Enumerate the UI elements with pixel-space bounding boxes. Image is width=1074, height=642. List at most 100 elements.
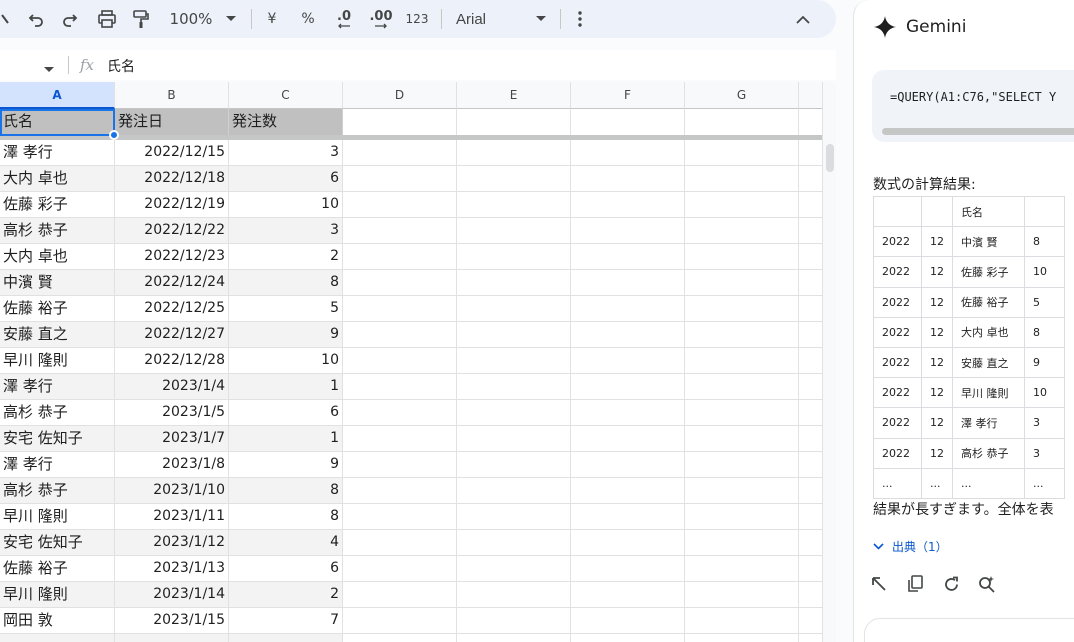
table-cell[interactable]: 大内 卓也 (0, 244, 115, 270)
table-cell[interactable]: 2022/12/18 (115, 166, 229, 192)
table-cell[interactable]: 6 (229, 400, 343, 426)
table-cell[interactable] (799, 452, 822, 478)
table-cell[interactable] (343, 192, 457, 218)
table-cell[interactable] (685, 478, 799, 504)
formula-input[interactable]: 氏名 (107, 56, 135, 76)
table-cell[interactable] (685, 374, 799, 400)
insert-icon[interactable] (867, 572, 891, 596)
table-cell[interactable]: 2023/1/10 (115, 478, 229, 504)
fill-handle[interactable] (109, 130, 119, 140)
table-cell[interactable] (343, 244, 457, 270)
column-header[interactable]: D (343, 82, 457, 109)
column-header[interactable]: E (457, 82, 571, 109)
table-cell[interactable] (685, 634, 799, 642)
table-cell[interactable]: 3 (229, 218, 343, 244)
table-cell[interactable]: 8 (229, 504, 343, 530)
table-cell[interactable]: 2023/1/14 (115, 582, 229, 608)
header-cell[interactable] (685, 109, 799, 136)
header-cell[interactable] (571, 109, 685, 136)
table-cell[interactable] (685, 426, 799, 452)
zoom-select[interactable]: 100% (166, 6, 216, 32)
paint-format-icon[interactable] (128, 6, 154, 32)
column-header[interactable]: F (571, 82, 685, 109)
table-cell[interactable]: 2022/12/27 (115, 322, 229, 348)
table-cell[interactable]: 2023/1/11 (115, 504, 229, 530)
table-cell[interactable] (799, 244, 822, 270)
table-cell[interactable] (343, 140, 457, 166)
table-cell[interactable] (799, 166, 822, 192)
table-cell[interactable] (343, 218, 457, 244)
table-cell[interactable]: 佐藤 裕子 (0, 296, 115, 322)
table-cell[interactable] (685, 322, 799, 348)
table-cell[interactable] (799, 322, 822, 348)
table-cell[interactable] (685, 582, 799, 608)
table-cell[interactable]: 早川 隆則 (0, 348, 115, 374)
column-header[interactable]: B (115, 82, 229, 109)
table-cell[interactable] (457, 192, 571, 218)
table-cell[interactable] (115, 634, 229, 642)
table-cell[interactable] (571, 244, 685, 270)
number-format-button[interactable]: 123 (402, 6, 432, 32)
table-cell[interactable] (685, 166, 799, 192)
table-cell[interactable]: 6 (229, 166, 343, 192)
scrollbar-thumb[interactable] (826, 144, 834, 172)
table-cell[interactable]: 大内 卓也 (0, 166, 115, 192)
header-cell[interactable] (343, 109, 457, 136)
collapse-toolbar-icon[interactable] (792, 6, 814, 32)
name-box-dropdown-icon[interactable] (44, 58, 54, 77)
table-cell[interactable]: 澤 孝行 (0, 140, 115, 166)
table-cell[interactable]: 2022/12/15 (115, 140, 229, 166)
table-cell[interactable]: 早川 隆則 (0, 504, 115, 530)
table-cell[interactable] (799, 530, 822, 556)
table-cell[interactable] (343, 426, 457, 452)
table-cell[interactable] (685, 192, 799, 218)
table-cell[interactable] (457, 582, 571, 608)
table-cell[interactable]: 2022/12/24 (115, 270, 229, 296)
table-cell[interactable] (685, 400, 799, 426)
table-cell[interactable] (571, 452, 685, 478)
table-cell[interactable] (571, 140, 685, 166)
table-cell[interactable] (685, 244, 799, 270)
table-cell[interactable] (0, 634, 115, 642)
table-cell[interactable] (685, 556, 799, 582)
more-options-icon[interactable] (570, 6, 590, 32)
table-cell[interactable]: 安宅 佐知子 (0, 426, 115, 452)
decrease-decimal-button[interactable]: .0 (331, 6, 357, 32)
table-cell[interactable] (685, 218, 799, 244)
table-cell[interactable] (343, 296, 457, 322)
redo-icon[interactable] (58, 6, 82, 32)
table-cell[interactable]: 2023/1/13 (115, 556, 229, 582)
table-cell[interactable]: 2022/12/22 (115, 218, 229, 244)
table-cell[interactable] (343, 478, 457, 504)
table-cell[interactable]: 2023/1/5 (115, 400, 229, 426)
table-cell[interactable]: 9 (229, 452, 343, 478)
table-cell[interactable]: 1 (229, 374, 343, 400)
table-cell[interactable] (799, 218, 822, 244)
header-cell[interactable]: 発注数 (229, 109, 343, 136)
table-cell[interactable] (799, 478, 822, 504)
table-cell[interactable]: 4 (229, 530, 343, 556)
table-cell[interactable] (457, 504, 571, 530)
table-cell[interactable]: 1 (229, 426, 343, 452)
table-cell[interactable] (457, 296, 571, 322)
code-horizontal-scrollbar[interactable] (882, 128, 1074, 135)
increase-decimal-button[interactable]: .00 (366, 6, 396, 32)
table-cell[interactable] (571, 322, 685, 348)
table-cell[interactable] (571, 582, 685, 608)
header-cell[interactable] (457, 109, 571, 136)
column-header[interactable]: C (229, 82, 343, 109)
table-cell[interactable] (343, 348, 457, 374)
table-cell[interactable] (457, 322, 571, 348)
table-cell[interactable]: 9 (229, 322, 343, 348)
table-cell[interactable] (343, 582, 457, 608)
table-cell[interactable]: 2 (229, 582, 343, 608)
table-cell[interactable] (457, 244, 571, 270)
table-cell[interactable] (571, 530, 685, 556)
table-cell[interactable] (571, 166, 685, 192)
spreadsheet-grid[interactable]: A B C D E F G 氏名 発注日 発注数澤 孝行 2022/12/15 3 大内 卓也 2022/… (0, 82, 822, 642)
table-cell[interactable]: 10 (229, 192, 343, 218)
table-cell[interactable] (457, 374, 571, 400)
table-cell[interactable] (571, 504, 685, 530)
table-cell[interactable]: 5 (229, 296, 343, 322)
table-cell[interactable] (571, 634, 685, 642)
